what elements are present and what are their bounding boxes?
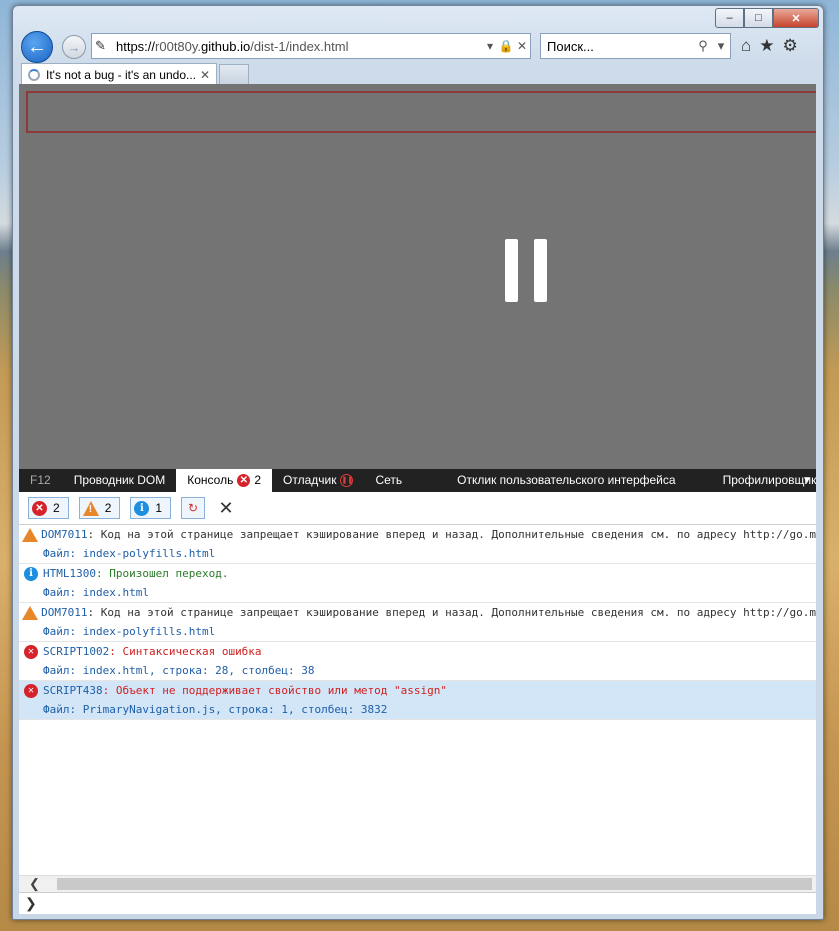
prompt-chevron-icon: ❯ (25, 895, 37, 911)
favorites-star-icon[interactable]: ★ (759, 36, 774, 56)
info-filter-button[interactable]: i1 (130, 497, 172, 519)
message-file[interactable]: Файл: index.html (19, 583, 816, 602)
console-message[interactable]: ✕ SCRIPT1002: Синтаксическая ошибка Файл:… (19, 642, 816, 681)
scroll-left-icon[interactable]: ❮ (29, 876, 40, 892)
address-bar[interactable]: ✎ https://r00t80y.github.io/dist-1/index… (91, 33, 531, 59)
error-icon: ✕ (24, 683, 38, 698)
tab-label: Сеть (375, 473, 403, 487)
console-toolbar: ✕ 2 ! 2 i1 ↻ ✕ (19, 492, 816, 525)
maximize-button[interactable]: □ (744, 8, 773, 28)
message-code[interactable]: SCRIPT438 (43, 684, 103, 697)
message-text: : Объект не поддерживает свойство или ме… (102, 684, 447, 697)
forward-arrow-icon: → (67, 39, 81, 55)
scrollbar-thumb[interactable] (57, 878, 812, 890)
tab-label: F12 (30, 473, 51, 487)
message-text: : Код на этой странице запрещает кэширов… (87, 528, 816, 541)
minimize-button[interactable]: – (715, 8, 744, 28)
caption-buttons: – □ ✕ (715, 8, 819, 28)
tab-title: It's not a bug - it's an undo... (46, 68, 197, 82)
warnings-count: 2 (104, 501, 112, 515)
search-box[interactable]: Поиск... ⚲ ▾ (540, 33, 731, 59)
info-count: 1 (155, 501, 163, 515)
search-dropdown-icon[interactable]: ▾ (712, 38, 730, 54)
error-icon: ✕ (32, 500, 47, 516)
paused-icon: ❚❚ (340, 474, 354, 487)
message-text: : Синтаксическая ошибка (109, 645, 262, 658)
message-file[interactable]: Файл: index-polyfills.html (19, 544, 816, 563)
url-path: /dist-1/index.html (250, 38, 349, 54)
message-text: : Код на этой странице запрещает кэширов… (87, 606, 816, 619)
warning-icon (22, 605, 39, 620)
navigation-bar: ← → ✎ https://r00t80y.github.io/dist-1/i… (21, 30, 821, 63)
home-icon[interactable]: ⌂ (741, 36, 751, 56)
clear-console-button[interactable]: ✕ (215, 498, 237, 519)
message-file[interactable]: Файл: index-polyfills.html (19, 622, 816, 641)
message-code[interactable]: SCRIPT1002 (43, 645, 109, 658)
errors-count: 2 (53, 501, 60, 515)
tab-close-icon[interactable]: ✕ (198, 68, 212, 82)
page-viewport (19, 84, 816, 469)
console-messages: DOM7011: Код на этой странице запрещает … (19, 525, 816, 720)
error-badge-icon: ✕ (237, 474, 251, 487)
message-text: : Произошел переход. (95, 567, 229, 580)
console-message[interactable]: DOM7011: Код на этой странице запрещает … (19, 603, 816, 642)
developer-tools-panel: F12 Проводник DOM Консоль ✕ 2 Отладчик ❚❚ С… (19, 469, 816, 914)
search-icon[interactable]: ⚲ (694, 38, 712, 54)
info-icon: i (134, 500, 150, 516)
console-input[interactable]: ❯ (19, 892, 816, 914)
devtools-tab-bar: F12 Проводник DOM Консоль ✕ 2 Отладчик ❚❚ С… (19, 469, 816, 492)
tab-network[interactable]: Сеть (364, 469, 413, 492)
console-message[interactable]: DOM7011: Код на этой странице запрещает … (19, 525, 816, 564)
url-scheme: https:// (116, 38, 156, 54)
error-count: 2 (254, 473, 262, 487)
tab-label: Проводник DOM (73, 473, 166, 487)
stop-icon[interactable]: ✕ (514, 39, 530, 53)
pause-icon (505, 239, 547, 302)
errors-filter-button[interactable]: ✕ 2 (28, 497, 69, 519)
tab-label: Отклик пользовательского интерфейса (457, 473, 676, 487)
horizontal-scrollbar[interactable]: ❮ (19, 875, 816, 892)
tab-f12: F12 (19, 469, 63, 492)
tab-label: Консоль (187, 473, 234, 487)
lock-icon[interactable]: 🔒 (498, 39, 514, 53)
forward-button[interactable]: → (62, 35, 86, 59)
refresh-dropdown-icon[interactable]: ▾ (482, 39, 498, 53)
clear-navigate-icon: ↻ (188, 501, 199, 515)
url-host: github.io (201, 38, 251, 54)
warning-icon (22, 527, 39, 542)
more-tabs-chevron-icon[interactable]: ▼ (798, 469, 816, 492)
gear-icon[interactable]: ⚙ (783, 36, 798, 56)
search-input[interactable]: Поиск... (547, 39, 694, 54)
browser-window: – □ ✕ ← → ✎ https://r00t80y.github.io/di… (12, 5, 824, 920)
page-header-outline (26, 91, 816, 133)
tab-debugger[interactable]: Отладчик ❚❚ (272, 469, 364, 492)
close-window-button[interactable]: ✕ (773, 8, 819, 28)
error-icon: ✕ (24, 644, 38, 659)
message-file[interactable]: Файл: index.html, строка: 28, столбец: 3… (19, 661, 816, 680)
info-icon: i (24, 566, 38, 581)
clear-on-navigate-button[interactable]: ↻ (181, 497, 206, 519)
message-code[interactable]: DOM7011 (41, 606, 87, 619)
toolbar-icons: ⌂ ★ ⚙ (741, 36, 798, 56)
back-button[interactable]: ← (21, 31, 53, 63)
loading-spinner-icon (28, 69, 40, 81)
address-url[interactable]: https://r00t80y.github.io/dist-1/index.h… (116, 39, 482, 54)
warnings-filter-button[interactable]: ! 2 (78, 497, 121, 519)
tab-dom-explorer[interactable]: Проводник DOM (63, 469, 177, 492)
console-message[interactable]: i HTML1300: Произошел переход. Файл: inde… (19, 564, 816, 603)
tab-label: Отладчик (283, 473, 337, 487)
new-tab-button[interactable] (219, 64, 249, 86)
warning-icon: ! (82, 500, 99, 516)
tab-ui-responsiveness[interactable]: Отклик пользовательского интерфейса (413, 469, 711, 492)
message-code[interactable]: DOM7011 (41, 528, 87, 541)
url-host-prefix: r00t80y. (155, 38, 202, 54)
page-icon: ✎ (95, 38, 106, 53)
tab-console[interactable]: Консоль ✕ 2 (176, 469, 273, 492)
tab-active[interactable]: It's not a bug - it's an undo... ✕ (21, 63, 217, 86)
message-file[interactable]: Файл: PrimaryNavigation.js, строка: 1, с… (19, 700, 816, 719)
console-message-selected[interactable]: ✕ SCRIPT438: Объект не поддерживает свойс… (19, 681, 816, 720)
back-arrow-icon: ← (27, 35, 47, 58)
message-code[interactable]: HTML1300 (43, 567, 96, 580)
